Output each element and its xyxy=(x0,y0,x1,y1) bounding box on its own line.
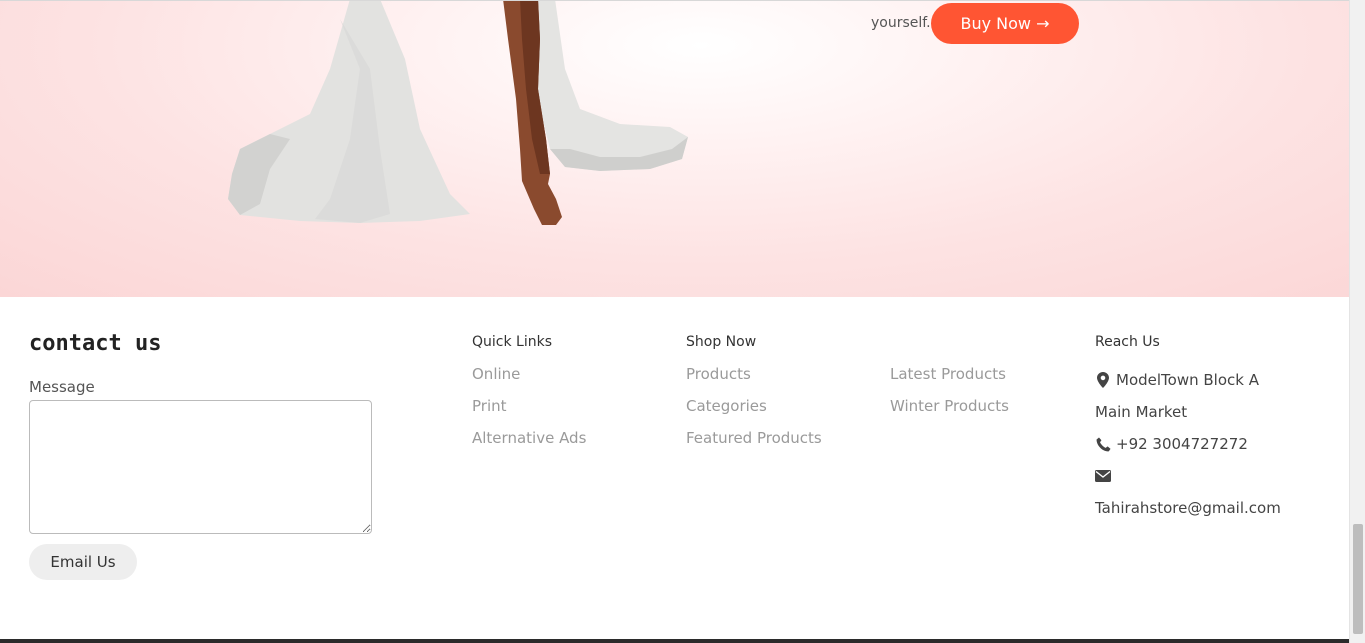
hero-banner: yourself. Buy Now → xyxy=(0,0,1349,297)
email-line: Tahirahstore@gmail.com xyxy=(1095,492,1281,524)
bottom-edge xyxy=(0,639,1349,643)
link-categories[interactable]: Categories xyxy=(686,396,822,428)
quick-links-title: Quick Links xyxy=(472,334,553,350)
reach-us-column: Reach Us ModelTown Block A Main Market +… xyxy=(1095,333,1281,524)
contact-title: contact us xyxy=(29,331,162,356)
email-icon-line xyxy=(1095,460,1281,492)
link-products[interactable]: Products xyxy=(686,364,822,396)
phone-text: +92 3004727272 xyxy=(1116,435,1248,453)
scrollbar-thumb[interactable] xyxy=(1353,524,1363,634)
shop-now-title: Shop Now xyxy=(686,334,757,350)
phone-icon xyxy=(1095,436,1111,452)
link-latest-products[interactable]: Latest Products xyxy=(890,364,1009,396)
vertical-scrollbar[interactable] xyxy=(1349,0,1365,643)
address-line-2-text: Main Market xyxy=(1095,403,1188,421)
link-online[interactable]: Online xyxy=(472,364,586,396)
shop-now-column: Shop Now Products Categories Featured Pr… xyxy=(686,333,822,460)
reach-us-title: Reach Us xyxy=(1095,334,1160,350)
buy-now-button[interactable]: Buy Now → xyxy=(931,3,1079,44)
shop-now-column-2: Latest Products Winter Products xyxy=(890,364,1009,428)
phone-line: +92 3004727272 xyxy=(1095,428,1281,460)
email-us-button[interactable]: Email Us xyxy=(29,544,137,580)
message-label: Message xyxy=(29,378,95,396)
page: yourself. Buy Now → contact us Message E… xyxy=(0,0,1365,643)
message-textarea[interactable] xyxy=(29,400,372,534)
envelope-icon xyxy=(1095,468,1111,484)
address-line-1: ModelTown Block A xyxy=(1095,364,1281,396)
address-line-2: Main Market xyxy=(1095,396,1281,428)
dress-model-image xyxy=(228,1,688,225)
quick-links-column: Quick Links Online Print Alternative Ads xyxy=(472,333,586,460)
map-marker-icon xyxy=(1095,372,1111,388)
link-alternative-ads[interactable]: Alternative Ads xyxy=(472,428,586,460)
link-featured-products[interactable]: Featured Products xyxy=(686,428,822,460)
email-text[interactable]: Tahirahstore@gmail.com xyxy=(1095,498,1281,518)
link-print[interactable]: Print xyxy=(472,396,586,428)
hero-text: yourself. xyxy=(871,15,931,31)
link-winter-products[interactable]: Winter Products xyxy=(890,396,1009,428)
address-line-1-text: ModelTown Block A xyxy=(1116,371,1259,389)
footer: contact us Message Email Us Quick Links … xyxy=(0,297,1349,643)
